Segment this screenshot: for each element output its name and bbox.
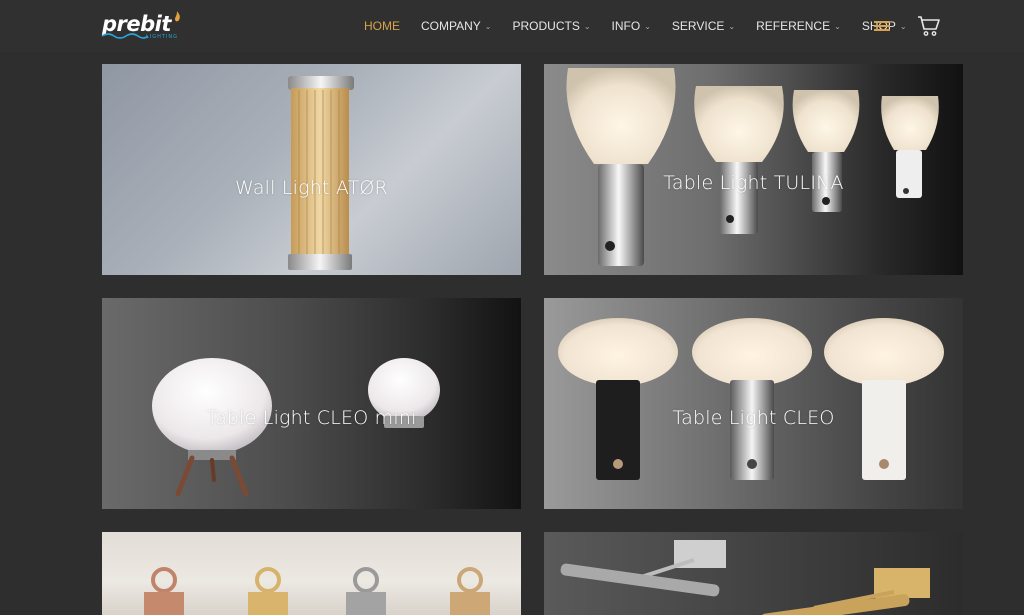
product-title: Table Light CLEO mini: [206, 407, 417, 429]
nav-company[interactable]: COMPANY ⌄: [421, 19, 492, 33]
lamp-image: [558, 318, 944, 480]
cart-icon[interactable]: [917, 15, 941, 37]
chevron-down-icon: ⌄: [583, 21, 591, 31]
product-tile-wall-light-ator[interactable]: Wall Light ATØR: [102, 64, 521, 275]
nav-home[interactable]: HOME: [364, 19, 400, 33]
chevron-down-icon: ⌄: [834, 21, 841, 31]
site-header: prebit LIGHTING HOME COMPANY ⌄ PRODUCTS …: [0, 0, 1024, 52]
product-tile-table-light-cleo-mini[interactable]: Table Light CLEO mini: [102, 298, 521, 509]
lamp-image: [144, 567, 490, 615]
nav-company-label: COMPANY: [421, 19, 481, 33]
product-tile-6[interactable]: [544, 532, 963, 615]
nav-products-label: PRODUCTS: [512, 19, 580, 33]
main-nav: HOME COMPANY ⌄ PRODUCTS ⌄ INFO ⌄ SERVICE…: [354, 0, 928, 52]
nav-service[interactable]: SERVICE ⌄: [672, 19, 735, 33]
chevron-down-icon: ⌄: [899, 21, 907, 31]
nav-reference-label: REFERENCE: [756, 19, 831, 33]
brand-logo[interactable]: prebit LIGHTING: [102, 11, 184, 42]
nav-products[interactable]: PRODUCTS ⌄: [513, 19, 591, 33]
product-title: Table Light TULINA: [663, 172, 844, 194]
lamp-image: [152, 358, 440, 497]
nav-info-label: INFO: [611, 19, 641, 33]
chevron-down-icon: ⌄: [484, 21, 492, 31]
product-tile-table-light-tulina[interactable]: Table Light TULINA: [544, 64, 963, 275]
nav-reference[interactable]: REFERENCE ⌄: [756, 19, 841, 33]
flame-icon: [175, 11, 180, 22]
nav-info[interactable]: INFO ⌄: [612, 19, 651, 33]
brand-tagline: LIGHTING: [146, 34, 179, 40]
lamp-image: [566, 68, 939, 266]
product-tile-5[interactable]: [102, 532, 521, 615]
product-tile-table-light-cleo[interactable]: Table Light CLEO: [544, 298, 963, 509]
lamp-image: [560, 540, 930, 615]
swoosh-icon: [102, 33, 148, 39]
product-title: Table Light CLEO: [672, 407, 835, 429]
product-title: Wall Light ATØR: [235, 177, 388, 199]
nav-service-label: SERVICE: [671, 19, 725, 33]
chevron-down-icon: ⌄: [728, 21, 736, 31]
lamp-image: [288, 76, 354, 270]
nav-home-label: HOME: [364, 19, 400, 33]
hamburger-icon[interactable]: [874, 21, 890, 33]
page: prebit LIGHTING HOME COMPANY ⌄ PRODUCTS …: [0, 0, 1024, 615]
chevron-down-icon: ⌄: [644, 21, 651, 31]
